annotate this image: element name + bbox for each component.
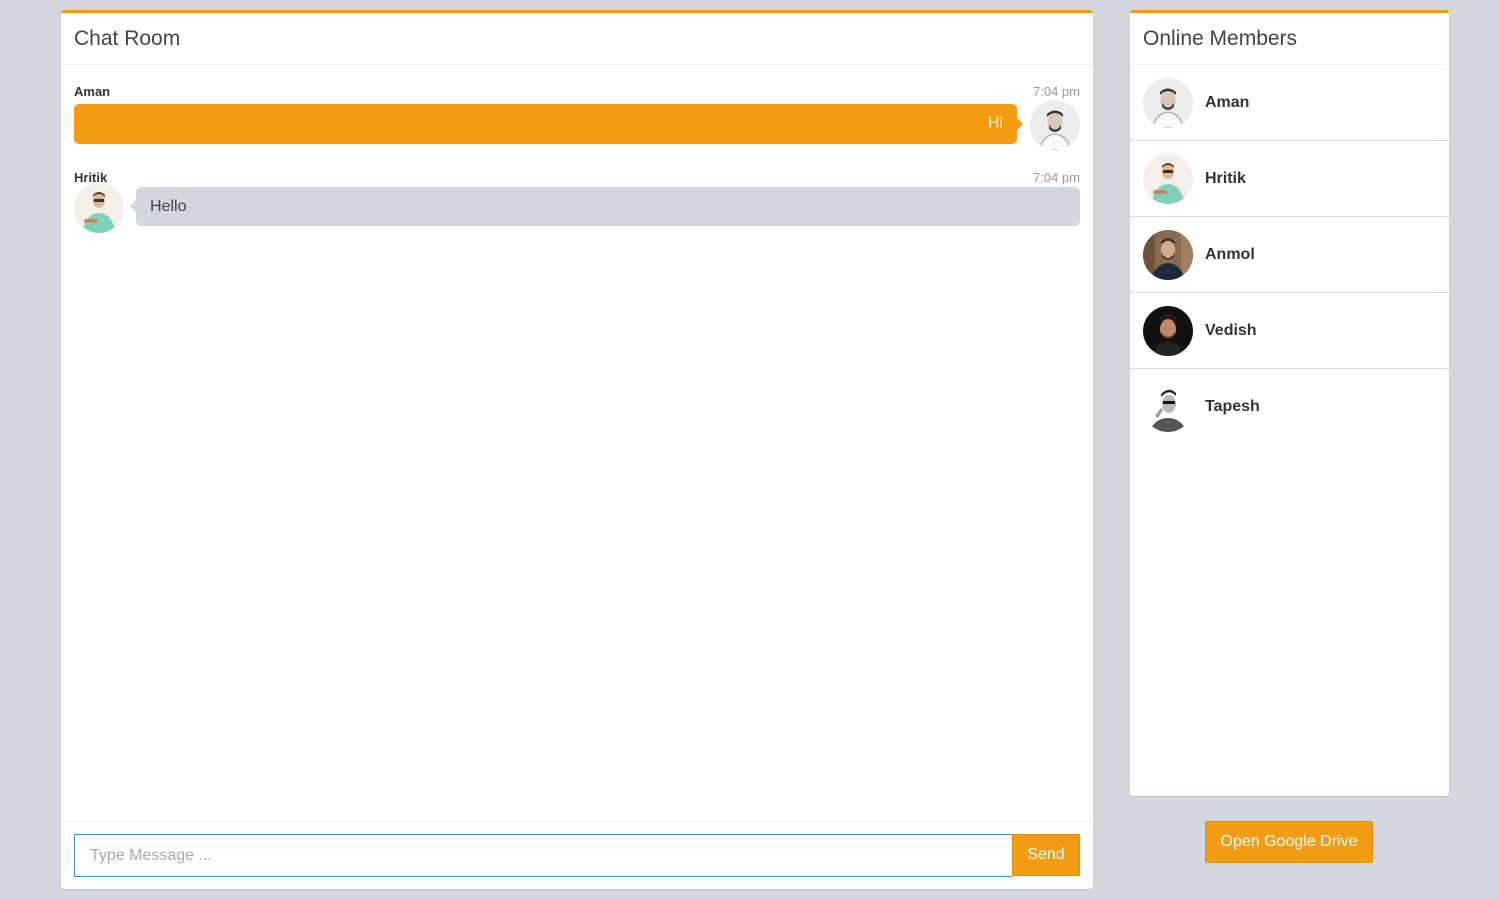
member-item[interactable]: Tapesh (1130, 369, 1449, 445)
avatar (1143, 305, 1193, 356)
member-name: Tapesh (1205, 398, 1260, 415)
member-item[interactable]: Aman (1130, 65, 1449, 141)
member-item[interactable]: Anmol (1130, 217, 1449, 293)
message-timestamp: 7:04 pm (1033, 83, 1080, 99)
avatar (1143, 77, 1193, 128)
message-text: Hello (150, 197, 187, 215)
open-google-drive-button[interactable]: Open Google Drive (1205, 821, 1373, 863)
message-text: Hi (987, 115, 1003, 132)
avatar (1143, 382, 1193, 432)
chat-message-right: Aman 7:04 pm Hi (74, 82, 1080, 150)
message-sender: Aman (74, 83, 111, 99)
avatar (1143, 229, 1193, 280)
member-name: Hritik (1205, 169, 1246, 187)
member-item[interactable]: Vedish (1130, 293, 1449, 369)
message-bubble: Hi (74, 104, 1023, 144)
members-title: Online Members (1143, 26, 1298, 50)
avatar (74, 183, 124, 233)
avatar (1143, 153, 1193, 204)
avatar (1030, 100, 1080, 150)
message-list: Aman 7:04 pm Hi Hritik 7:04 pm Hello (61, 65, 1093, 821)
chat-message-left: Hritik 7:04 pm Hello (74, 168, 1080, 236)
member-name: Anmol (1205, 245, 1255, 263)
send-button[interactable]: Send (1012, 834, 1080, 876)
online-members-panel: Online Members Aman Hritik Anmol Vedish … (1130, 10, 1449, 796)
member-item[interactable]: Hritik (1130, 141, 1449, 217)
chat-header: Chat Room (61, 13, 1093, 65)
member-name: Aman (1205, 93, 1250, 111)
chat-input-bar: Send (61, 821, 1093, 889)
chat-title: Chat Room (74, 26, 181, 50)
message-timestamp: 7:04 pm (1033, 169, 1080, 185)
message-bubble: Hello (130, 187, 1080, 226)
members-header: Online Members (1130, 13, 1449, 65)
chat-room-panel: Chat Room Aman 7:04 pm Hi Hritik 7:04 pm (61, 10, 1093, 889)
member-name: Vedish (1205, 321, 1257, 339)
message-input[interactable] (74, 834, 1012, 877)
